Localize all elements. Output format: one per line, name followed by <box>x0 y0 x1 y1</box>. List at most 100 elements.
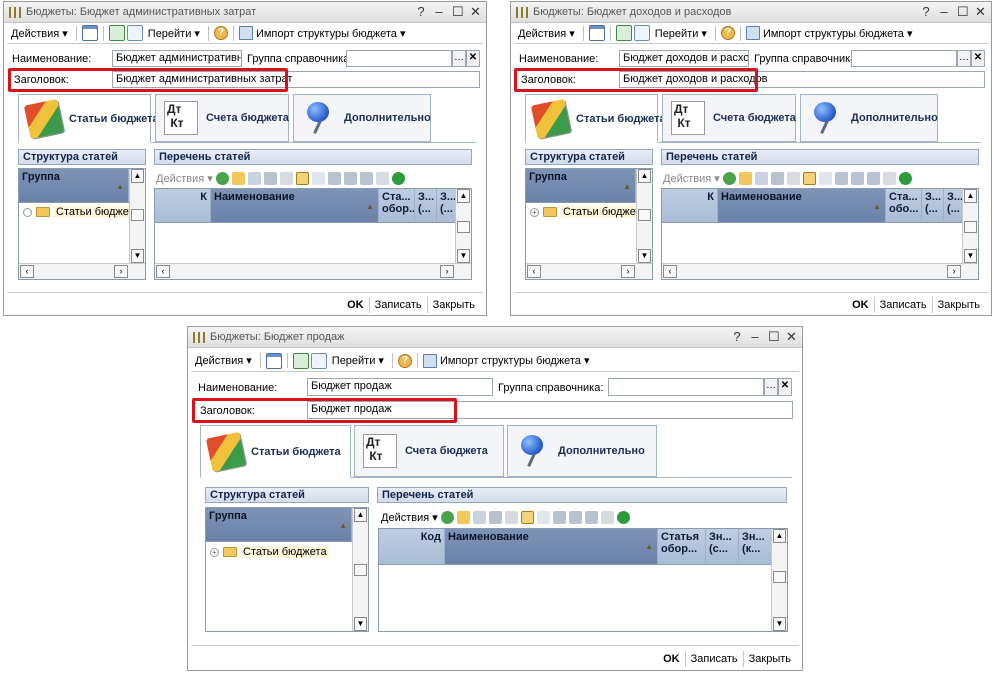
copy-icon[interactable] <box>247 171 261 185</box>
name-column-header[interactable]: Наименование ▲ <box>445 529 658 564</box>
filter-menu-icon[interactable] <box>359 171 373 185</box>
actions-menu[interactable]: Действия ▾ <box>8 27 71 40</box>
name-field[interactable]: Бюджет доходов и расходов <box>619 50 749 67</box>
horizontal-scrollbar[interactable]: ‹ › <box>155 263 471 279</box>
filter-value-icon[interactable] <box>850 171 864 185</box>
close-icon[interactable]: ✕ <box>470 4 481 20</box>
tab-budget-articles[interactable]: Статьи бюджета <box>525 94 666 143</box>
name-column-header[interactable]: Наименование ▲ <box>211 189 379 222</box>
vertical-scrollbar[interactable]: ▲ ▼ <box>636 169 652 263</box>
filter-value-icon[interactable] <box>343 171 357 185</box>
scroll-up-icon[interactable]: ▲ <box>457 189 470 203</box>
goto-menu[interactable]: Перейти ▾ <box>329 354 387 367</box>
tab-additional[interactable]: Дополнительно <box>800 94 938 142</box>
horizontal-scrollbar[interactable]: ‹ › <box>526 263 652 279</box>
scroll-thumb[interactable] <box>638 209 651 221</box>
minimize-icon[interactable]: – <box>434 4 444 20</box>
clear-button[interactable]: ✕ <box>971 50 985 67</box>
close-button[interactable]: Закрыть <box>742 651 796 667</box>
filter-icon[interactable] <box>327 171 341 185</box>
edit-icon[interactable] <box>770 171 784 185</box>
group-tree[interactable]: Группа ▲ Статьи бюджета ▲ ▼ ‹ › <box>18 168 146 280</box>
vertical-scrollbar[interactable]: ▲ ▼ <box>352 508 368 631</box>
list-actions-menu[interactable]: Действия ▾ <box>156 172 213 185</box>
scroll-thumb[interactable] <box>457 221 470 233</box>
filter-icon[interactable] <box>834 171 848 185</box>
scroll-down-icon[interactable]: ▼ <box>457 249 470 263</box>
clear-filter-icon[interactable] <box>375 171 389 185</box>
group-column-header[interactable]: Группа ▲ <box>19 169 129 202</box>
scroll-left-icon[interactable]: ‹ <box>527 265 541 278</box>
vertical-scrollbar[interactable]: ▲ ▼ <box>962 189 978 263</box>
clear-filter-icon[interactable] <box>600 510 614 524</box>
goto-menu[interactable]: Перейти ▾ <box>652 27 710 40</box>
add-icon[interactable] <box>215 171 229 185</box>
scroll-up-icon[interactable]: ▲ <box>638 169 651 183</box>
tab-budget-accounts[interactable]: Дт Кт Счета бюджета <box>354 425 504 477</box>
tab-additional[interactable]: Дополнительно <box>293 94 431 142</box>
value-start-column-header[interactable]: З... (... <box>922 189 944 222</box>
add-icon[interactable] <box>722 171 736 185</box>
scroll-left-icon[interactable]: ‹ <box>156 265 170 278</box>
maximize-icon[interactable]: ☐ <box>957 4 969 20</box>
group-field[interactable] <box>851 50 957 67</box>
scroll-down-icon[interactable]: ▼ <box>964 249 977 263</box>
scroll-right-icon[interactable]: › <box>621 265 635 278</box>
tree-item[interactable]: Статьи бюджета <box>23 206 142 218</box>
import-menu[interactable]: Импорт структуры бюджета ▾ <box>255 27 409 40</box>
horizontal-scrollbar[interactable]: ‹ › <box>662 263 978 279</box>
scroll-up-icon[interactable]: ▲ <box>131 169 144 183</box>
tab-budget-articles[interactable]: Статьи бюджета <box>18 94 159 143</box>
help-icon[interactable]: ? <box>213 26 228 40</box>
tab-additional[interactable]: Дополнительно <box>507 425 657 477</box>
scroll-right-icon[interactable]: › <box>114 265 128 278</box>
refresh-list-icon[interactable] <box>391 171 405 185</box>
goto-icon[interactable] <box>126 25 143 41</box>
delete-icon[interactable] <box>504 510 518 524</box>
scroll-down-icon[interactable]: ▼ <box>773 617 786 631</box>
filter-icon[interactable] <box>552 510 566 524</box>
refresh-list-icon[interactable] <box>616 510 630 524</box>
import-icon[interactable] <box>422 353 437 368</box>
tab-budget-accounts[interactable]: Дт Кт Счета бюджета <box>155 94 289 142</box>
scroll-down-icon[interactable]: ▼ <box>131 249 144 263</box>
value-start-column-header[interactable]: Зн... (с... <box>706 529 739 564</box>
refresh-icon[interactable] <box>292 352 309 369</box>
group-field[interactable] <box>608 378 764 396</box>
refresh-icon[interactable] <box>615 25 632 41</box>
horizontal-scrollbar[interactable]: ‹ › <box>19 263 145 279</box>
help-title-icon[interactable]: ? <box>416 4 426 20</box>
articles-table[interactable]: К Наименование ▲ Ста... обо... З... (... … <box>661 188 979 280</box>
add-group-icon[interactable] <box>738 171 752 185</box>
save-button[interactable]: Записать <box>873 297 932 313</box>
close-icon[interactable]: ✕ <box>786 329 797 345</box>
ok-button[interactable]: OK <box>658 651 685 667</box>
select-button[interactable]: … <box>957 50 971 67</box>
copy-icon[interactable] <box>754 171 768 185</box>
help-title-icon[interactable]: ? <box>732 329 742 345</box>
vertical-scrollbar[interactable]: ▲ ▼ <box>771 529 787 631</box>
hierarchy-icon[interactable] <box>311 171 325 185</box>
delete-icon[interactable] <box>279 171 293 185</box>
goto-icon[interactable] <box>310 352 327 369</box>
list-mode-icon[interactable] <box>520 510 534 524</box>
group-column-header[interactable]: Группа ▲ <box>526 169 636 202</box>
vertical-scrollbar[interactable]: ▲ ▼ <box>129 169 145 263</box>
scroll-up-icon[interactable]: ▲ <box>354 508 367 522</box>
tab-budget-articles[interactable]: Статьи бюджета <box>200 425 351 478</box>
tab-budget-accounts[interactable]: Дт Кт Счета бюджета <box>662 94 796 142</box>
name-field[interactable]: Бюджет продаж <box>307 378 493 396</box>
refresh-icon[interactable] <box>108 25 125 41</box>
edit-icon[interactable] <box>488 510 502 524</box>
list-mode-icon[interactable] <box>802 171 816 185</box>
scroll-thumb[interactable] <box>354 564 367 576</box>
code-column-header[interactable]: К <box>155 189 211 222</box>
save-table-icon[interactable] <box>265 352 282 369</box>
clear-filter-icon[interactable] <box>882 171 896 185</box>
save-button[interactable]: Записать <box>684 651 743 667</box>
select-button[interactable]: … <box>764 378 778 396</box>
ok-button[interactable]: OK <box>847 297 874 313</box>
add-group-icon[interactable] <box>456 510 470 524</box>
scroll-down-icon[interactable]: ▼ <box>638 249 651 263</box>
filter-value-icon[interactable] <box>568 510 582 524</box>
